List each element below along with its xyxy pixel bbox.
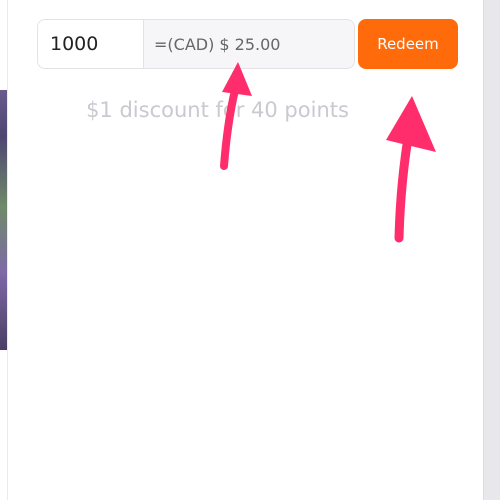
annotation-arrow [220,62,252,170]
annotation-arrows [220,62,436,243]
annotation-arrow [386,96,436,243]
